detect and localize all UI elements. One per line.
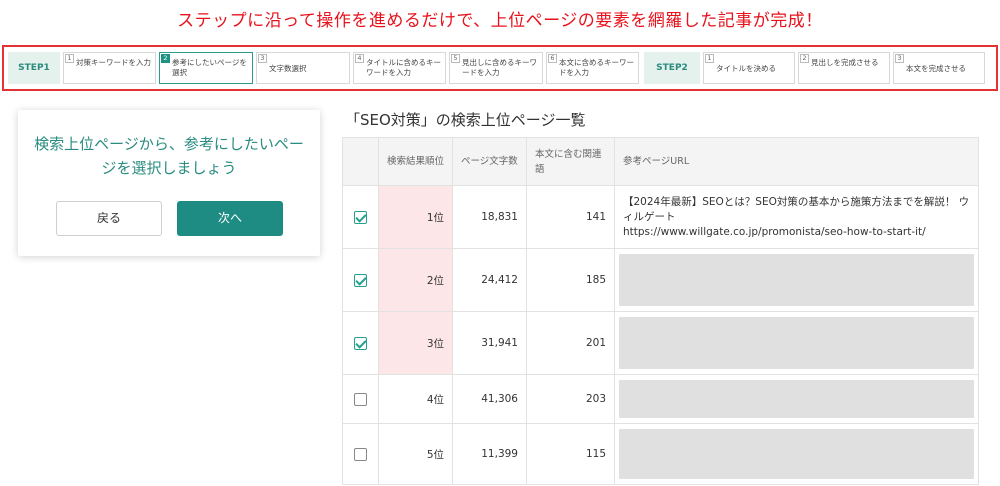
step-label: 見出しに含めるキーワードを入力 [462,58,537,77]
step1-item-heading-keywords[interactable]: 5 見出しに含めるキーワードを入力 [449,52,543,84]
row-checkbox[interactable] [354,210,367,224]
step-label: 本文を完成させる [906,64,966,73]
blurred-url [619,429,974,479]
rank-cell: 5位 [378,423,453,485]
word-count-cell: 31,941 [452,311,527,375]
row-checkbox[interactable] [354,392,367,406]
reference-page-url-link[interactable]: https://www.willgate.co.jp/promonista/se… [623,225,970,240]
rank-cell: 3位 [378,311,453,375]
url-cell [614,248,979,312]
next-button[interactable]: 次へ [177,201,283,236]
table-row: 1位 18,831 141 【2024年最新】SEOとは？SEO対策の基本から施… [342,185,979,249]
related-terms-cell: 141 [526,185,615,249]
step-number: 3 [258,54,267,63]
header-word-count: ページ文字数 [452,137,527,186]
word-count-cell: 18,831 [452,185,527,249]
step-bar: STEP1 1 対策キーワードを入力 2 参考にしたいページを選択 3 文字数選… [2,45,998,91]
step-number: 3 [895,54,904,63]
blurred-url [619,254,974,306]
step-number: 5 [451,54,460,63]
results-list-title: 「SEO対策」の検索上位ページ一覧 [345,111,586,129]
results-table: 検索結果順位 ページ文字数 本文に含む関連語 参考ページURL 1位 18,83… [342,137,979,485]
related-terms-cell: 201 [526,311,615,375]
header-rank: 検索結果順位 [378,137,453,186]
reference-page-title-link[interactable]: 【2024年最新】SEOとは？SEO対策の基本から施策方法までを解説！ ウィルゲ… [623,195,970,225]
step-number: 1 [65,54,74,63]
step1-item-body-keywords[interactable]: 6 本文に含めるキーワードを入力 [546,52,639,84]
step2-item-body[interactable]: 3 本文を完成させる [893,52,985,84]
blurred-url [619,317,974,369]
blurred-url [619,380,974,418]
step2-item-title[interactable]: 1 タイトルを決める [703,52,795,84]
instruction-card: 検索上位ページから、参考にしたいページを選択しましょう 戻る 次へ [18,110,320,256]
step-number: 2 [161,54,170,63]
row-checkbox[interactable] [354,273,367,287]
back-button[interactable]: 戻る [56,201,162,236]
instruction-message: 検索上位ページから、参考にしたいページを選択しましょう [34,135,304,177]
step1-item-keyword[interactable]: 1 対策キーワードを入力 [63,52,156,84]
step-label: タイトルを決める [716,64,776,73]
step-number: 1 [705,54,714,63]
step-label: 本文に含めるキーワードを入力 [559,58,634,77]
table-row: 2位 24,412 185 [342,248,979,312]
step2-item-headings[interactable]: 2 見出しを完成させる [798,52,890,84]
url-cell [614,423,979,485]
step1-item-select-pages[interactable]: 2 参考にしたいページを選択 [159,52,253,84]
step-number: 2 [800,54,809,63]
related-terms-cell: 203 [526,374,615,424]
table-row: 5位 11,399 115 [342,423,979,485]
url-cell [614,374,979,424]
url-cell [614,311,979,375]
header-related-terms: 本文に含む関連語 [526,137,615,186]
table-row: 3位 31,941 201 [342,311,979,375]
url-cell: 【2024年最新】SEOとは？SEO対策の基本から施策方法までを解説！ ウィルゲ… [614,185,979,249]
rank-cell: 2位 [378,248,453,312]
rank-cell: 1位 [378,185,453,249]
step1-group-label: STEP1 [8,52,60,84]
step-label: 参考にしたいページを選択 [172,58,247,77]
step-label: 対策キーワードを入力 [76,58,151,67]
step1-item-title-keywords[interactable]: 4 タイトルに含めるキーワードを入力 [353,52,446,84]
step-label: タイトルに含めるキーワードを入力 [366,58,441,77]
row-checkbox[interactable] [354,336,367,350]
related-terms-cell: 115 [526,423,615,485]
step1-item-word-count[interactable]: 3 文字数選択 [256,52,350,84]
table-row: 4位 41,306 203 [342,374,979,424]
header-reference-url: 参考ページURL [614,137,979,186]
headline: ステップに沿って操作を進めるだけで、上位ページの要素を網羅した記事が完成！ [177,11,823,31]
word-count-cell: 41,306 [452,374,527,424]
related-terms-cell: 185 [526,248,615,312]
word-count-cell: 24,412 [452,248,527,312]
word-count-cell: 11,399 [452,423,527,485]
header-select [342,137,379,186]
step2-group-label: STEP2 [644,52,700,84]
step-number: 4 [355,54,364,63]
step-label: 見出しを完成させる [811,58,879,67]
step-label: 文字数選択 [269,64,307,73]
step-number: 6 [548,54,557,63]
row-checkbox[interactable] [354,447,367,461]
rank-cell: 4位 [378,374,453,424]
